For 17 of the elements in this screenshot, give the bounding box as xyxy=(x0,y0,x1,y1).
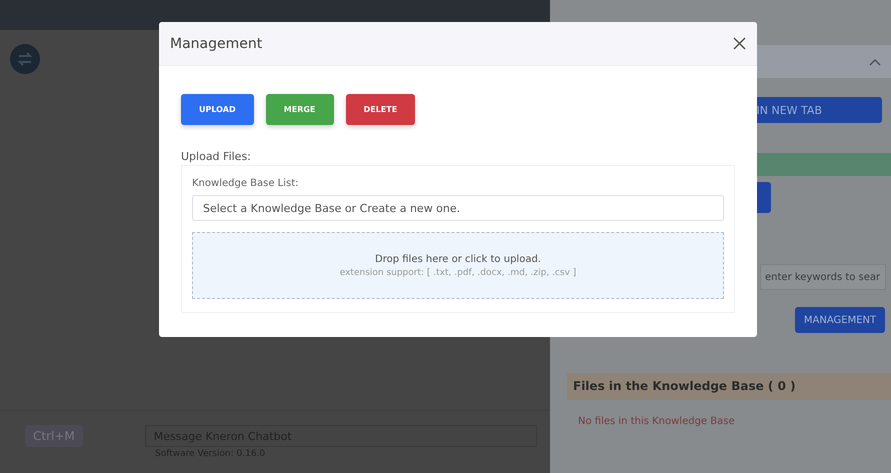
close-icon[interactable] xyxy=(733,37,746,50)
delete-button[interactable]: DELETE xyxy=(346,94,416,125)
drop-hint: extension support: [ .txt, .pdf, .docx, .md, .zip, .csv ] xyxy=(340,268,576,278)
empty-message: No files in this Knowledge Base xyxy=(578,416,736,427)
field-label: Knowledge Base List: xyxy=(192,178,300,189)
upload-button[interactable]: UPLOAD xyxy=(181,94,254,125)
drop-zone[interactable]: Drop files here or click to upload. extension support: [ .txt, .pdf, .docx, .md, .zip, .csv ] xyxy=(192,232,724,299)
knowledge-base-field[interactable]: Select a Knowledge Base or Create a new one. xyxy=(192,195,724,221)
merge-button[interactable]: MERGE xyxy=(266,94,334,125)
management-button[interactable]: MANAGEMENT xyxy=(795,307,885,333)
search-field[interactable]: enter keywords to sear xyxy=(760,264,886,290)
swap-icon[interactable] xyxy=(10,44,40,74)
dialog-title: Management xyxy=(170,36,262,52)
chevron-up-icon[interactable] xyxy=(869,58,881,66)
files-header: Files in the Knowledge Base ( 0 ) xyxy=(567,373,891,400)
drop-title: Drop files here or click to upload. xyxy=(375,254,541,264)
section-label: Upload Files: xyxy=(181,150,252,163)
